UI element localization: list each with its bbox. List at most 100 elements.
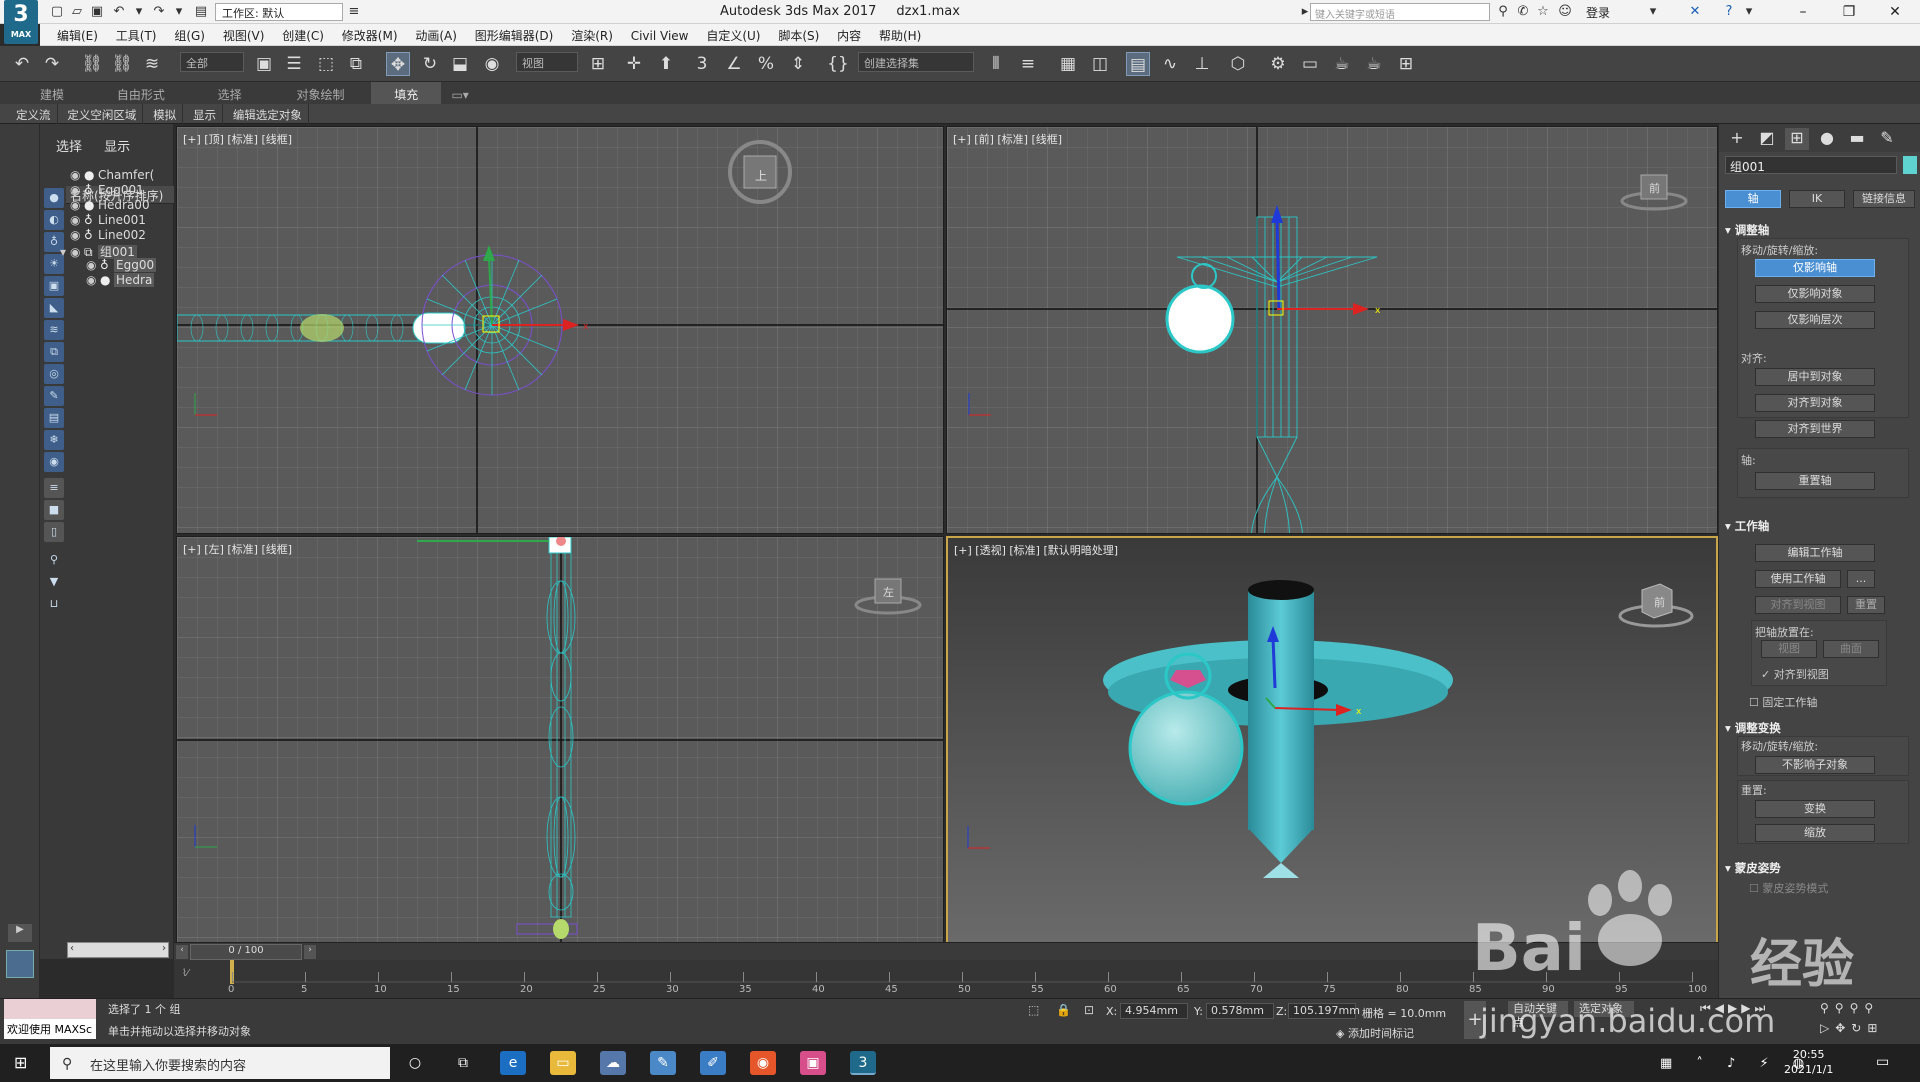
user-icon[interactable]: ☺ [1556, 3, 1574, 21]
help-icon[interactable]: ? [1720, 3, 1738, 21]
affect-hierarchy-only-button[interactable]: 仅影响层次 [1755, 311, 1875, 329]
utilities-tab-icon[interactable]: ✎ [1875, 128, 1899, 150]
ribbon-display[interactable]: 显示 [187, 104, 223, 126]
skin-pose-mode-checkbox[interactable]: ☐ 蒙皮姿势模式 [1749, 880, 1828, 896]
layout-four-viewports-icon[interactable] [6, 950, 34, 978]
menu-tools[interactable]: 工具(T) [109, 24, 164, 47]
playback-controls[interactable]: ⏮◀▶▶⏭ [1700, 1001, 1769, 1016]
menu-graph-editors[interactable]: 图形编辑器(D) [468, 24, 561, 47]
curve-editor-icon[interactable]: ∿ [1158, 52, 1182, 76]
named-selection-dropdown[interactable]: 创建选择集 [858, 52, 974, 72]
favorites-icon[interactable]: ☆ [1534, 3, 1552, 21]
redo-icon[interactable]: ↷ [40, 52, 64, 76]
bind-space-warp-icon[interactable]: ≋ [140, 52, 164, 76]
viewport-label-top[interactable]: [+] [顶] [标准] [线框] [183, 131, 292, 147]
display-spacewarps-icon[interactable]: ≋ [44, 320, 64, 340]
next-frame-icon[interactable]: › [304, 945, 316, 959]
link-info-tab[interactable]: 链接信息 [1853, 190, 1915, 208]
unlink-icon[interactable]: ⛓ [110, 52, 134, 76]
place-surface-button[interactable]: 曲面 [1823, 640, 1879, 658]
undo-dropdown-icon[interactable]: ▾ [130, 3, 148, 21]
adjust-transform-rollout[interactable]: ▾ 调整变换 [1725, 720, 1781, 736]
paint-icon[interactable]: ✎ [650, 1051, 676, 1075]
curve-editor-mini-icon[interactable]: ⌇⁄ [182, 968, 189, 979]
viewport-left[interactable]: [+] [左] [标准] [线框] 左 [176, 536, 944, 944]
skin-pose-rollout[interactable]: ▾ 蒙皮姿势 [1725, 860, 1781, 876]
fixed-working-pivot-checkbox[interactable]: ☐ 固定工作轴 [1749, 694, 1817, 710]
object-name-field[interactable]: 组001 [1725, 156, 1897, 174]
display-hidden-icon[interactable]: ◉ [44, 452, 64, 472]
explorer-tab-display[interactable]: 显示 [104, 140, 130, 155]
render-setup-icon[interactable]: ⚙ [1266, 52, 1290, 76]
display-groups-icon[interactable]: ⧉ [44, 342, 64, 362]
menu-animation[interactable]: 动画(A) [408, 24, 464, 47]
display-geometry-icon[interactable]: ◐ [44, 210, 64, 230]
visibility-icon[interactable]: ◉ [70, 213, 84, 227]
login-dropdown-icon[interactable]: ▾ [1644, 3, 1662, 21]
menu-create[interactable]: 创建(C) [275, 24, 331, 47]
display-invert-icon[interactable]: ■ [44, 500, 64, 520]
align-to-view-checkbox[interactable]: ✓ 对齐到视图 [1761, 666, 1829, 682]
save-icon[interactable]: ▣ [88, 3, 106, 21]
set-key-icon[interactable]: + [1464, 1001, 1486, 1039]
hierarchy-tab-icon[interactable]: ⊞ [1785, 128, 1809, 150]
angle-snap-icon[interactable]: ∠ [722, 52, 746, 76]
reset-scale-button[interactable]: 缩放 [1755, 824, 1875, 842]
adjust-pivot-rollout[interactable]: ▾ 调整轴 [1725, 222, 1769, 238]
display-frozen-icon[interactable]: ❄ [44, 430, 64, 450]
pivot-center-icon[interactable]: ⊞ [586, 52, 610, 76]
selection-lock-icon[interactable]: 🔒 [1056, 1003, 1071, 1017]
exchange-apps-icon[interactable]: ✕ [1686, 3, 1704, 21]
use-working-pivot-button[interactable]: 使用工作轴 [1755, 570, 1841, 588]
window-crossing-icon[interactable]: ⧉ [344, 52, 368, 76]
edit-named-selection-icon[interactable]: {} [826, 52, 850, 76]
viewport-label-front[interactable]: [+] [前] [标准] [线框] [953, 131, 1062, 147]
render-production-icon[interactable]: ☕ [1330, 52, 1354, 76]
snaps-toggle-icon[interactable]: 3 [690, 52, 714, 76]
rendered-frame-icon[interactable]: ▭ [1298, 52, 1322, 76]
find-icon[interactable]: ⚲ [44, 550, 64, 570]
redo-dropdown-icon[interactable]: ▾ [170, 3, 188, 21]
task-view-icon[interactable]: ⧉ [450, 1051, 476, 1075]
filter-icon[interactable]: ▼ [44, 572, 64, 592]
viewport-label-left[interactable]: [+] [左] [标准] [线框] [183, 541, 292, 557]
display-helpers-icon[interactable]: ◣ [44, 298, 64, 318]
material-editor-icon[interactable]: ⬡ [1226, 52, 1250, 76]
dont-affect-children-button[interactable]: 不影响子对象 [1755, 756, 1875, 774]
select-scale-icon[interactable]: ⬓ [448, 52, 472, 76]
open-file-icon[interactable]: ▱ [68, 3, 86, 21]
reset-pivot-button[interactable]: 重置轴 [1755, 472, 1875, 490]
ribbon-define-flows[interactable]: 定义流 [10, 104, 58, 126]
ik-tab[interactable]: IK [1789, 190, 1845, 208]
maximize-button[interactable]: ❐ [1826, 0, 1872, 24]
visibility-icon[interactable]: ◉ [86, 273, 100, 287]
affect-pivot-only-button[interactable]: 仅影响轴 [1755, 259, 1875, 277]
windows-start-icon[interactable]: ⊞ [14, 1054, 32, 1072]
menu-edit[interactable]: 编辑(E) [50, 24, 105, 47]
visibility-icon[interactable]: ◉ [70, 183, 84, 197]
reference-coordinate-dropdown[interactable]: 视图 [516, 52, 578, 72]
viewport-front[interactable]: x [+] [前] [标准] [线框] 前 [946, 126, 1718, 534]
redo-icon[interactable]: ↷ [150, 3, 168, 21]
z-coordinate-field[interactable]: 105.197mm [1288, 1003, 1360, 1019]
select-manipulate-icon[interactable]: ✛ [622, 52, 646, 76]
close-button[interactable]: ✕ [1872, 0, 1918, 24]
display-containers-icon[interactable]: ▤ [44, 408, 64, 428]
edit-working-pivot-button[interactable]: 编辑工作轴 [1755, 544, 1875, 562]
display-children-icon[interactable]: ▯ [44, 522, 64, 542]
selection-filter-dropdown[interactable]: 全部 [180, 52, 244, 72]
visibility-icon[interactable]: ◉ [70, 228, 84, 242]
auto-key-button[interactable]: 自动关键点 [1508, 1001, 1568, 1029]
add-time-tag[interactable]: ◈ 添加时间标记 [1336, 1025, 1414, 1041]
new-file-icon[interactable]: ▢ [48, 3, 66, 21]
viewport-perspective[interactable]: x [+] [透视] [标准] [默认明暗处理] 前 [946, 536, 1718, 944]
ribbon-simulate[interactable]: 模拟 [147, 104, 184, 126]
reset-transform-button[interactable]: 变换 [1755, 800, 1875, 818]
project-icon[interactable]: ▤ [192, 3, 210, 21]
motion-tab-icon[interactable]: ● [1815, 128, 1839, 150]
undo-icon[interactable]: ↶ [10, 52, 34, 76]
menu-customize[interactable]: 自定义(U) [699, 24, 767, 47]
workspace-menu-icon[interactable]: ≡ [345, 3, 363, 21]
draw-icon[interactable]: ✐ [700, 1051, 726, 1075]
working-pivot-options-button[interactable]: ... [1847, 570, 1875, 588]
